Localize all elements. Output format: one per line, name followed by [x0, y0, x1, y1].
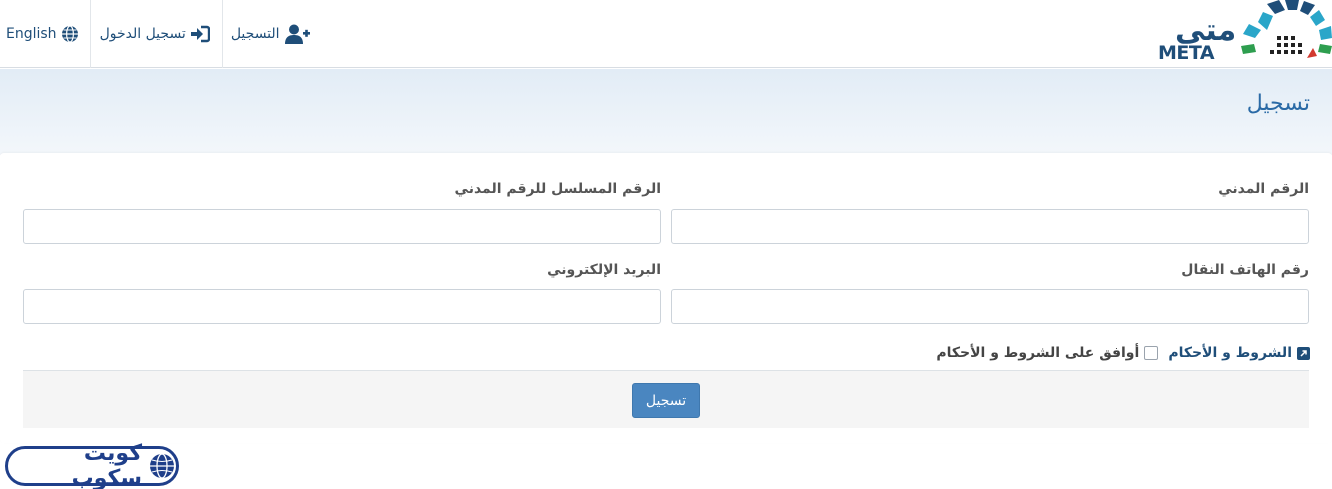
register-submit-button[interactable]: تسجيل: [632, 383, 700, 418]
login-link[interactable]: تسجيل الدخول: [91, 0, 223, 68]
email-input[interactable]: [23, 289, 661, 324]
register-label: التسجيل: [230, 26, 280, 42]
sign-in-icon: [190, 25, 210, 43]
globe-icon: [61, 25, 79, 43]
mobile-label: رقم الهاتف النقال: [1181, 262, 1309, 278]
logo-latin-text: META: [1158, 42, 1215, 64]
page-title: تسجيل: [1246, 91, 1310, 116]
civil-id-input[interactable]: [671, 209, 1309, 244]
watermark-text: كويت سكوب: [71, 441, 142, 489]
email-label: البريد الإلكتروني: [547, 262, 661, 278]
watermark-badge: كويت سكوب: [5, 441, 179, 489]
user-plus-icon: [284, 24, 310, 44]
agree-label: أوافق على الشروط و الأحكام: [936, 345, 1140, 361]
globe-icon: [148, 452, 176, 480]
serial-number-label: الرقم المسلسل للرقم المدني: [454, 181, 661, 197]
serial-number-input[interactable]: [23, 209, 661, 244]
login-label: تسجيل الدخول: [99, 26, 186, 42]
civil-id-label: الرقم المدني: [1218, 181, 1309, 197]
register-link[interactable]: التسجيل: [223, 0, 320, 68]
logo-emblem-icon: [1241, 0, 1332, 58]
meta-logo[interactable]: متى META: [1157, 0, 1332, 68]
terms-row: الشروط و الأحكام أوافق على الشروط و الأح…: [936, 343, 1310, 363]
registration-form: الرقم المدني الرقم المسلسل للرقم المدني …: [0, 153, 1332, 443]
terms-link[interactable]: الشروط و الأحكام: [1168, 345, 1292, 361]
language-switch-link[interactable]: English: [0, 0, 91, 68]
top-navbar: English تسجيل الدخول التسجيل متى META: [0, 0, 1332, 68]
form-footer: تسجيل: [23, 370, 1309, 428]
page-header: تسجيل: [0, 69, 1332, 155]
language-label: English: [6, 26, 57, 42]
agree-checkbox[interactable]: [1144, 346, 1159, 360]
mobile-input[interactable]: [671, 289, 1309, 324]
external-link-icon: [1297, 346, 1310, 360]
nav-links: English تسجيل الدخول التسجيل: [0, 0, 320, 68]
